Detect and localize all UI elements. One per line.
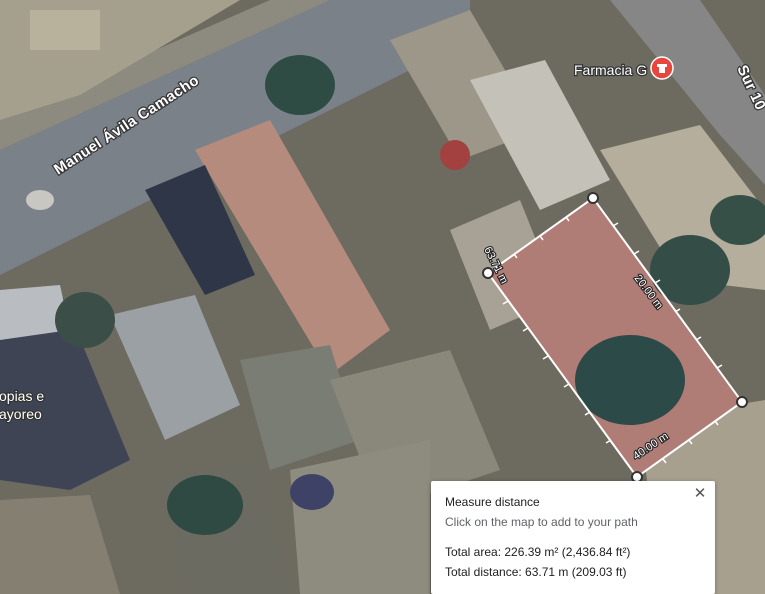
building	[30, 10, 100, 50]
tree	[55, 292, 115, 348]
total-distance: Total distance: 63.71 m (209.03 ft)	[445, 565, 627, 579]
close-icon[interactable]: ✕	[691, 485, 709, 503]
tree	[650, 235, 730, 305]
panel-title: Measure distance	[445, 495, 540, 509]
measurement-vertex[interactable]	[587, 192, 599, 204]
tree	[265, 55, 335, 115]
tree	[167, 475, 243, 535]
map-marker-shadow	[26, 190, 54, 210]
place-label-farmacia[interactable]: Farmacia G	[573, 61, 649, 79]
pharmacy-pin-icon[interactable]	[650, 56, 674, 80]
panel-hint: Click on the map to add to your path	[445, 515, 638, 529]
tree	[290, 474, 334, 510]
place-label-copias-line-2: ayoreo	[0, 406, 42, 422]
total-area: Total area: 226.39 m² (2,436.84 ft²)	[445, 545, 631, 559]
measurement-vertex[interactable]	[482, 267, 494, 279]
tree	[440, 140, 470, 170]
measurement-vertex[interactable]	[736, 396, 748, 408]
measure-distance-panel: ✕ Measure distance Click on the map to a…	[431, 481, 715, 594]
tree	[575, 335, 685, 425]
place-label-copias-line-1: opias e	[0, 388, 44, 404]
